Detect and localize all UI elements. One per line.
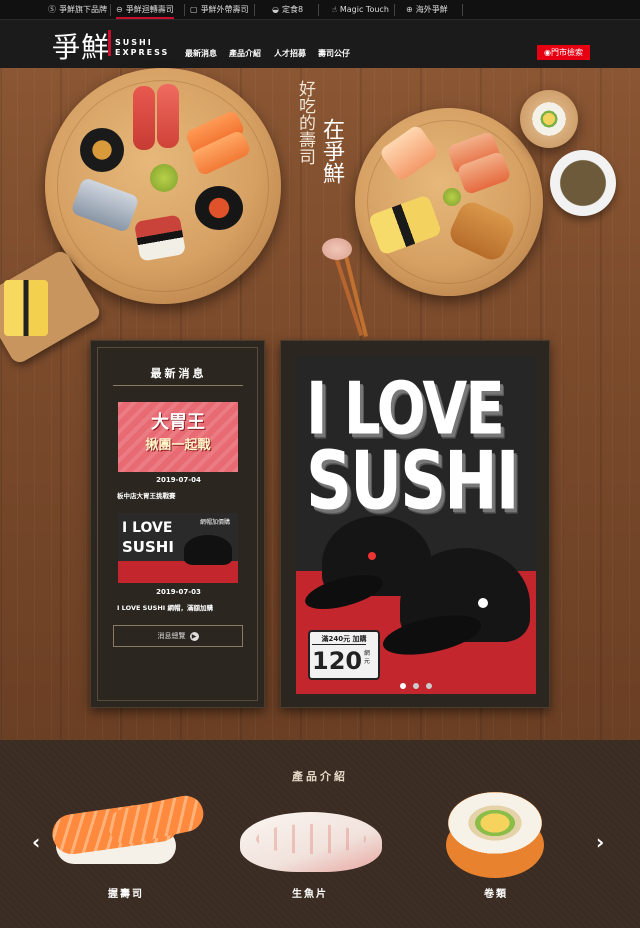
logo-text[interactable]: 爭鮮: [52, 26, 110, 66]
news-panel: 最新消息 大胃王 揪團一起戰 2019-07-04 板中店大胃王挑戰賽 I LO…: [90, 340, 265, 708]
miso-soup-bowl: [550, 150, 616, 216]
brand-label: 海外爭鮮: [415, 5, 448, 14]
bag-icon: ▢: [190, 5, 198, 14]
sashimi-texture: [256, 824, 366, 854]
cap-image: [184, 535, 232, 565]
globe-icon: ⊕: [406, 5, 413, 14]
news-item-2-image[interactable]: I LOVE SUSHI 網帽加價購: [118, 513, 238, 583]
cap-logo: [368, 552, 376, 560]
brand-label: 定食8: [281, 5, 304, 14]
brand-link-conveyor[interactable]: ⊖ 爭鮮迴轉壽司: [116, 3, 174, 19]
nav-news[interactable]: 最新消息: [185, 48, 217, 59]
sushi-roll: [532, 102, 566, 136]
promo-banner[interactable]: I LOVE SUSHI 滿240元 加購 120 網 元: [296, 356, 536, 694]
news-item-2-title[interactable]: I LOVE SUSHI 網帽，滿額加購: [117, 602, 213, 612]
products-section: 產品介紹 ‹ › 握壽司 生魚片 卷類: [0, 740, 640, 928]
nav-careers[interactable]: 人才招募: [274, 48, 306, 59]
news-image-tag: 網帽加價購: [200, 519, 231, 526]
product-nigiri-image[interactable]: [48, 792, 208, 878]
hand-icon: ☝: [332, 5, 337, 14]
gunkan-roll: [80, 128, 124, 172]
roll-plate: [520, 90, 578, 148]
brand-link-teishoku[interactable]: ◒ 定食8: [272, 3, 303, 17]
news-title: 最新消息: [150, 367, 207, 380]
divider: [110, 4, 111, 16]
brand-link-group[interactable]: Ⓢ 爭鮮旗下品牌: [48, 3, 107, 17]
news-image-line2: SUSHI: [122, 538, 174, 556]
slogan-line-2: 在爭鮮: [319, 118, 344, 184]
product-label-rolls[interactable]: 卷類: [426, 885, 566, 900]
divider: [462, 4, 463, 16]
s-icon: Ⓢ: [48, 5, 56, 14]
carousel-dot-3[interactable]: [426, 683, 432, 689]
news-overview-button[interactable]: 消息總覽 ▶: [113, 625, 243, 647]
brand-label: Magic Touch: [339, 5, 389, 14]
promo-price-box: 滿240元 加購 120 網 元: [308, 630, 380, 680]
news-item-1-image[interactable]: 大胃王 揪團一起戰: [118, 402, 238, 472]
store-locator-button[interactable]: ◉門市檢索: [537, 45, 590, 60]
divider: [184, 4, 185, 16]
carousel-prev-arrow[interactable]: ‹: [32, 830, 40, 854]
news-item-1-title[interactable]: 板中店大胃王挑戰賽: [117, 490, 176, 500]
sushi-plate-icon: ⊖: [116, 5, 123, 14]
logo-en-line2: EXPRESS: [115, 48, 170, 57]
news-image-headline: 大胃王: [151, 412, 205, 433]
nav-figures[interactable]: 壽司公仔: [318, 48, 350, 59]
slogan-line-1: 好吃的壽司: [295, 80, 315, 165]
brand-link-overseas[interactable]: ⊕ 海外爭鮮: [406, 3, 448, 17]
arrow-right-icon: ▶: [189, 631, 199, 641]
carousel-dot-1[interactable]: [400, 683, 406, 689]
promo-unit-2: 元: [364, 658, 371, 665]
logo-accent-bar: [108, 30, 111, 56]
news-title-rule: [113, 385, 243, 386]
nav-products[interactable]: 產品介紹: [229, 48, 261, 59]
product-label-sashimi[interactable]: 生魚片: [240, 885, 380, 900]
promo-condition: 滿240元 加購: [321, 635, 367, 643]
divider: [254, 4, 255, 16]
cap-logo: [478, 598, 488, 608]
product-sashimi-image[interactable]: [236, 802, 386, 876]
tamago-nigiri: [4, 280, 48, 336]
wasabi: [443, 188, 461, 206]
sushi-plate-left: [45, 68, 281, 304]
promo-unit: 網 元: [364, 650, 370, 666]
map-pin-icon: ◉: [544, 48, 551, 57]
promo-unit-1: 網: [364, 650, 371, 657]
sushi-plate-right: [355, 108, 543, 296]
store-locator-label: 門市檢索: [550, 48, 583, 57]
wasabi: [150, 164, 178, 192]
news-item-1-date: 2019-07-04: [156, 476, 201, 484]
banner-panel: I LOVE SUSHI 滿240元 加購 120 網 元: [280, 340, 550, 708]
news-image-line1: I LOVE: [122, 520, 173, 536]
news-image-subhead: 揪團一起戰: [145, 438, 211, 453]
product-label-nigiri[interactable]: 握壽司: [56, 885, 196, 900]
logo-english: SUSHI EXPRESS: [115, 38, 169, 58]
products-title: 產品介紹: [292, 770, 348, 783]
bowl-icon: ◒: [272, 5, 279, 14]
divider: [394, 4, 395, 16]
product-roll-image[interactable]: [446, 790, 544, 880]
carousel-next-arrow[interactable]: ›: [596, 830, 604, 854]
brand-link-magic-touch[interactable]: ☝ Magic Touch: [332, 3, 389, 17]
tuna-nigiri: [157, 84, 179, 148]
news-overview-label: 消息總覽: [157, 632, 186, 640]
brand-bar: Ⓢ 爭鮮旗下品牌 ⊖ 爭鮮迴轉壽司 ▢ 爭鮮外帶壽司 ◒ 定食8 ☝ Magic…: [0, 0, 640, 20]
nigiri-nori: [133, 214, 187, 262]
promo-divider: [312, 644, 366, 645]
brand-link-takeout[interactable]: ▢ 爭鮮外帶壽司: [190, 3, 249, 17]
brand-label: 爭鮮旗下品牌: [59, 5, 107, 14]
news-item-2-date: 2019-07-03: [156, 588, 201, 596]
brand-label: 爭鮮外帶壽司: [200, 5, 249, 14]
promo-price: 120: [312, 647, 363, 675]
banner-headline-line2: SUSHI: [306, 435, 520, 529]
tuna-nigiri: [133, 86, 155, 150]
logo-en-line1: SUSHI: [115, 38, 153, 47]
brand-label: 爭鮮迴轉壽司: [125, 5, 174, 14]
banner-headline-line1: I LOVE: [306, 365, 505, 451]
carousel-dot-2[interactable]: [413, 683, 419, 689]
roe-gunkan: [195, 186, 243, 230]
roll-top: [448, 792, 542, 854]
ginger: [322, 238, 352, 260]
divider: [318, 4, 319, 16]
